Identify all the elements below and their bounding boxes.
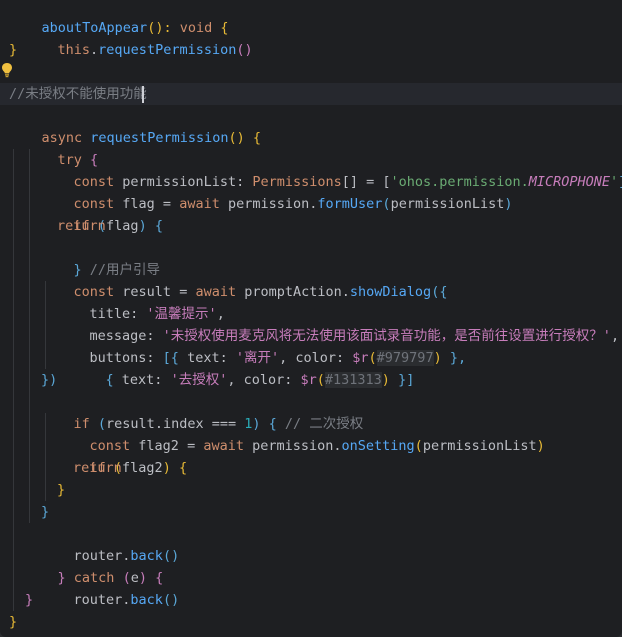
code-line: } bbox=[9, 42, 18, 58]
code-token: await bbox=[203, 438, 253, 454]
code-token: ) bbox=[381, 372, 390, 388]
code-token: { bbox=[146, 218, 163, 234]
code-line: async requestPermission() { bbox=[9, 105, 261, 146]
code-token: permission. bbox=[252, 438, 342, 454]
code-token: , bbox=[610, 328, 620, 344]
code-comment: //未授权不能使用功能 bbox=[9, 86, 147, 102]
indent-guide bbox=[13, 149, 14, 611]
code-line: buttons: [{ text: '离开', color: $r(#97979… bbox=[57, 325, 466, 366]
code-line: message: '未授权使用麦克风将无法使用该面试录音功能，是否前往设置进行授… bbox=[57, 303, 620, 344]
code-token: { bbox=[170, 460, 188, 476]
code-token: ( bbox=[382, 196, 391, 212]
code-token: ] bbox=[618, 174, 622, 190]
code-token: formUser bbox=[317, 196, 383, 212]
code-token: requestPermission bbox=[98, 42, 237, 58]
code-token: permissionList bbox=[390, 196, 505, 212]
code-token: () bbox=[162, 592, 180, 608]
code-line: router.back() bbox=[41, 523, 180, 564]
code-token: this bbox=[57, 42, 91, 58]
code-line: } //用户引导 bbox=[41, 237, 161, 278]
code-line: } bbox=[25, 592, 34, 608]
code-token: ) bbox=[536, 438, 545, 454]
code-token: permission. bbox=[227, 196, 318, 212]
code-token: requestPermission bbox=[90, 130, 229, 146]
code-line: aboutToAppear(): void { bbox=[9, 0, 229, 36]
code-token: back bbox=[130, 592, 163, 608]
code-token: ) bbox=[504, 196, 513, 212]
code-line: if (result.index === 1) { // 二次授权 bbox=[41, 391, 364, 432]
code-token: }] bbox=[389, 372, 415, 388]
code-token: $r bbox=[300, 372, 317, 388]
code-line: if (flag) { bbox=[41, 193, 163, 234]
code-token: ({ bbox=[431, 284, 448, 300]
code-token: flag2 bbox=[122, 460, 163, 476]
code-token: () bbox=[162, 548, 180, 564]
code-token: ( bbox=[414, 438, 423, 454]
code-token: }, bbox=[441, 350, 467, 366]
code-line: if (flag2) { bbox=[57, 435, 188, 476]
code-token: onSetting bbox=[341, 438, 415, 454]
intention-bulb-icon[interactable] bbox=[1, 62, 13, 78]
code-token: . bbox=[90, 42, 99, 58]
code-token: () { bbox=[228, 130, 261, 146]
code-line: title: '温馨提示', bbox=[57, 281, 225, 322]
code-token: ( bbox=[316, 372, 325, 388]
code-token: #131313 bbox=[324, 372, 382, 388]
code-token: MICROPHONE bbox=[528, 174, 610, 190]
code-token: ' bbox=[609, 174, 619, 190]
code-line: } bbox=[9, 614, 18, 630]
code-line: } bbox=[57, 482, 66, 498]
code-line: const permissionList: Permissions[] = ['… bbox=[41, 149, 622, 190]
code-token: promptAction. bbox=[244, 284, 350, 300]
code-line: }) bbox=[41, 372, 58, 388]
indent-guide bbox=[29, 149, 30, 523]
code-line: try { bbox=[25, 127, 99, 168]
code-line: return bbox=[73, 460, 122, 476]
code-line: const flag = await permission.formUser(p… bbox=[41, 171, 513, 212]
code-line: return bbox=[57, 218, 106, 234]
code-line: router.back() bbox=[41, 567, 180, 608]
code-token: { bbox=[105, 372, 122, 388]
code-line: const flag2 = await permission.onSetting… bbox=[57, 413, 545, 454]
code-token: , color: bbox=[227, 372, 301, 388]
code-token: '去授权' bbox=[170, 372, 228, 388]
code-line: const result = await promptAction.showDi… bbox=[41, 259, 448, 300]
code-token: await bbox=[179, 196, 228, 212]
code-token: flag bbox=[106, 218, 139, 234]
code-editor[interactable]: aboutToAppear(): void { this.requestPerm… bbox=[0, 0, 622, 637]
code-token: showDialog bbox=[349, 284, 432, 300]
code-token: ) bbox=[138, 218, 147, 234]
code-token: permissionList bbox=[422, 438, 537, 454]
text-caret bbox=[142, 86, 144, 103]
code-line: } catch (e) { bbox=[25, 545, 164, 586]
code-token: ) bbox=[162, 460, 171, 476]
code-token: router. bbox=[73, 592, 131, 608]
code-token: () bbox=[236, 42, 253, 58]
code-token: text: bbox=[121, 372, 171, 388]
code-token: ) bbox=[433, 350, 442, 366]
code-line: } bbox=[41, 504, 50, 520]
code-line: { text: '去授权', color: $r(#131313) }] bbox=[73, 347, 414, 388]
code-line: this.requestPermission() bbox=[25, 17, 253, 58]
